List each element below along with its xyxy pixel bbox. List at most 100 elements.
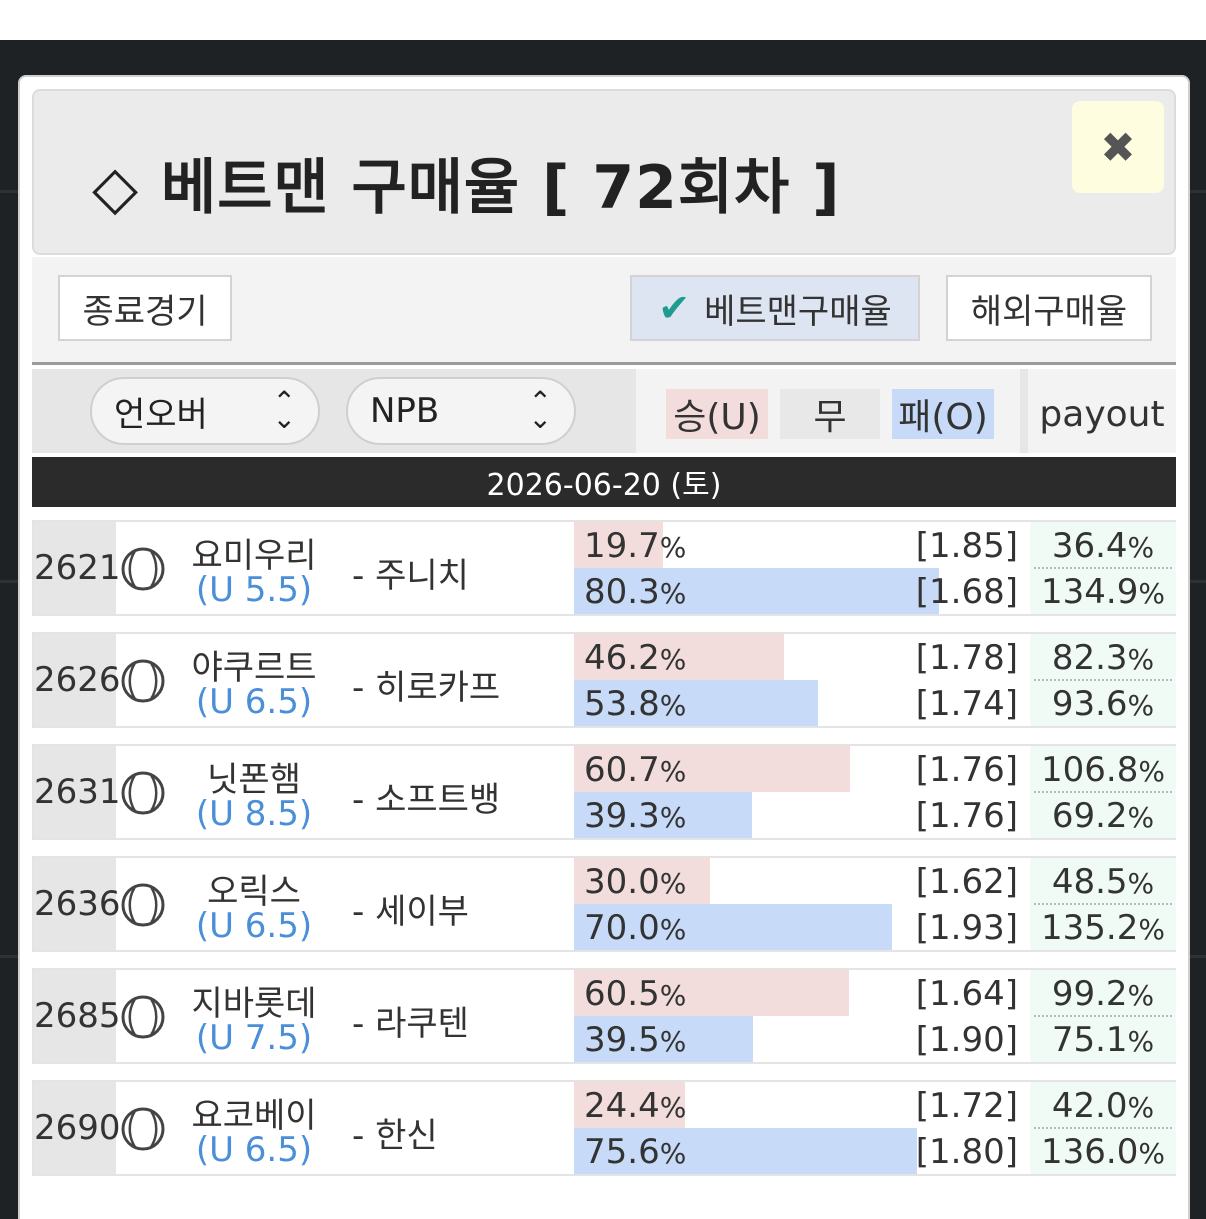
under-odds: [1.76] (915, 750, 1018, 790)
payout-cell: 106.8% 69.2% (1030, 746, 1176, 838)
over-odds: [1.68] (915, 572, 1018, 612)
under-row: 60.5% [1.64] (574, 970, 1028, 1016)
over-row: 80.3% [1.68] (574, 568, 1028, 614)
match-row[interactable]: 2636 오릭스 (U 6.5) - 세이부 30.0% [1.62] 70.0… (32, 856, 1176, 952)
bet-type-value: 언오버 (114, 394, 208, 435)
over-row: 39.3% [1.76] (574, 792, 1028, 838)
date-header: 2026-06-20 (토) (32, 457, 1176, 507)
under-row: 24.4% [1.72] (574, 1082, 1028, 1128)
over-payout: 69.2% (1051, 796, 1155, 836)
total-line: (U 5.5) (195, 570, 313, 610)
payout-label: payout (1039, 393, 1165, 435)
tab-overseas-label: 해외구매율 (970, 291, 1128, 332)
under-percent: 30.0% (584, 862, 687, 902)
over-odds: [1.76] (915, 796, 1018, 836)
over-percent: 80.3% (584, 572, 687, 612)
close-icon: ✖ (1100, 122, 1136, 172)
legend-group: 승(U) 무 패(O) (636, 369, 1020, 453)
under-row: 30.0% [1.62] (574, 858, 1028, 904)
under-row: 60.7% [1.76] (574, 746, 1028, 792)
under-odds: [1.72] (915, 1086, 1018, 1126)
tab-betman-rate[interactable]: ✔ 베트맨구매율 (630, 275, 920, 341)
baseball-icon (121, 547, 165, 591)
chevron-updown-icon: ⌃ ⌄ (528, 385, 552, 435)
match-number: 2631 (34, 746, 121, 838)
filter-bar: 언오버 ⌃ ⌄ NPB ⌃ ⌄ 승(U) 무 패(O) payout (32, 369, 1176, 453)
under-odds: [1.62] (915, 862, 1018, 902)
legend-draw: 무 (780, 389, 880, 439)
under-percent: 60.5% (584, 974, 687, 1014)
under-odds: [1.64] (915, 974, 1018, 1014)
under-payout: 82.3% (1051, 638, 1155, 678)
over-row: 39.5% [1.90] (574, 1016, 1028, 1062)
under-row: 46.2% [1.78] (574, 634, 1028, 680)
over-odds: [1.93] (915, 908, 1018, 948)
over-percent: 39.3% (584, 796, 687, 836)
baseball-icon (121, 995, 165, 1039)
chevron-updown-icon: ⌃ ⌄ (272, 385, 296, 435)
rate-bars: 46.2% [1.78] 53.8% [1.74] (574, 634, 1028, 726)
match-row[interactable]: 2626 야쿠르트 (U 6.5) - 히로카프 46.2% [1.78] 53… (32, 632, 1176, 728)
under-payout: 106.8% (1041, 750, 1165, 790)
rate-bars: 24.4% [1.72] 75.6% [1.80] (574, 1082, 1028, 1174)
under-percent: 46.2% (584, 638, 687, 678)
over-payout: 93.6% (1051, 684, 1155, 724)
under-payout: 42.0% (1051, 1086, 1155, 1126)
total-line: (U 6.5) (195, 906, 313, 946)
over-payout: 134.9% (1041, 572, 1165, 612)
payout-cell: 48.5% 135.2% (1030, 858, 1176, 950)
away-team: - 주니치 (352, 556, 469, 596)
over-payout: 135.2% (1041, 908, 1165, 948)
total-line: (U 7.5) (195, 1018, 313, 1058)
away-team: - 세이부 (352, 892, 469, 932)
tab-betman-label: 베트맨구매율 (704, 291, 892, 332)
legend-over: 패(O) (892, 389, 994, 439)
payout-cell: 82.3% 93.6% (1030, 634, 1176, 726)
tab-overseas-rate[interactable]: 해외구매율 (946, 275, 1152, 341)
over-percent: 75.6% (584, 1132, 687, 1172)
match-row[interactable]: 2685 지바롯데 (U 7.5) - 라쿠텐 60.5% [1.64] 39.… (32, 968, 1176, 1064)
close-button[interactable]: ✖ (1072, 101, 1164, 193)
payout-cell: 42.0% 136.0% (1030, 1082, 1176, 1174)
league-select[interactable]: NPB ⌃ ⌄ (346, 377, 576, 445)
payout-header: payout (1028, 369, 1176, 453)
over-percent: 53.8% (584, 684, 687, 724)
match-number: 2621 (34, 522, 121, 614)
over-percent: 39.5% (584, 1020, 687, 1060)
over-row: 53.8% [1.74] (574, 680, 1028, 726)
over-odds: [1.90] (915, 1020, 1018, 1060)
away-team: - 히로카프 (352, 668, 501, 708)
rate-bars: 19.7% [1.85] 80.3% [1.68] (574, 522, 1028, 614)
over-odds: [1.74] (915, 684, 1018, 724)
under-percent: 24.4% (584, 1086, 687, 1126)
match-number: 2626 (34, 634, 121, 726)
bet-type-select[interactable]: 언오버 ⌃ ⌄ (90, 377, 320, 445)
baseball-icon (121, 659, 165, 703)
under-percent: 60.7% (584, 750, 687, 790)
baseball-icon (121, 1107, 165, 1151)
match-number: 2690 (34, 1082, 121, 1174)
betman-purchase-rate-modal: ◇ 베트맨 구매율 [ 72회차 ] ✖ 종료경기 ✔ 베트맨구매율 해외구매율… (18, 75, 1190, 1219)
away-team: - 한신 (352, 1116, 438, 1156)
total-line: (U 6.5) (195, 1130, 313, 1170)
under-odds: [1.85] (915, 526, 1018, 566)
modal-title: ◇ 베트맨 구매율 [ 72회차 ] (92, 153, 841, 223)
over-row: 75.6% [1.80] (574, 1128, 1028, 1174)
rate-bars: 60.7% [1.76] 39.3% [1.76] (574, 746, 1028, 838)
match-row[interactable]: 2621 요미우리 (U 5.5) - 주니치 19.7% [1.85] 80.… (32, 520, 1176, 616)
tab-finished-games[interactable]: 종료경기 (58, 275, 232, 341)
check-icon: ✔ (658, 286, 691, 330)
league-value: NPB (370, 391, 440, 431)
match-row[interactable]: 2690 요코베이 (U 6.5) - 한신 24.4% [1.72] 75.6… (32, 1080, 1176, 1176)
match-number: 2636 (34, 858, 121, 950)
under-odds: [1.78] (915, 638, 1018, 678)
away-team: - 소프트뱅 (352, 780, 501, 820)
legend-under: 승(U) (666, 389, 768, 439)
rate-bars: 30.0% [1.62] 70.0% [1.93] (574, 858, 1028, 950)
match-row[interactable]: 2631 닛폰햄 (U 8.5) - 소프트뱅 60.7% [1.76] 39.… (32, 744, 1176, 840)
over-percent: 70.0% (584, 908, 687, 948)
total-line: (U 6.5) (195, 682, 313, 722)
under-row: 19.7% [1.85] (574, 522, 1028, 568)
tab-finished-label: 종료경기 (82, 291, 208, 332)
rate-bars: 60.5% [1.64] 39.5% [1.90] (574, 970, 1028, 1062)
